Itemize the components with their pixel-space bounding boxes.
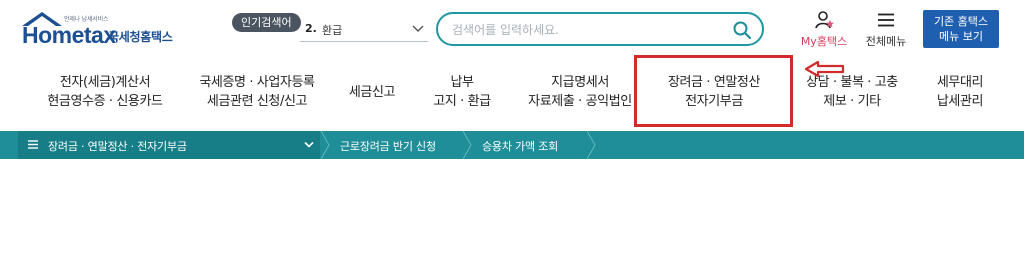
classic-button-line-1: 기존 홈택스 xyxy=(933,15,989,28)
popular-term: 환급 xyxy=(322,24,343,37)
breadcrumb-item[interactable]: 승용차 가액 조회 xyxy=(482,138,558,154)
popular-rank: 2. xyxy=(305,22,317,35)
classic-button-line-2: 메뉴 보기 xyxy=(939,30,983,43)
red-arrow-icon xyxy=(804,60,845,78)
breadcrumb-item[interactable]: 근로장려금 반기 신청 xyxy=(340,138,436,154)
nav-label: 지급명세서 xyxy=(551,75,609,90)
nav-tax-agent[interactable]: 세무대리 납세관리 xyxy=(920,73,1000,117)
chevron-down-icon xyxy=(304,141,314,148)
nav-label: 자료제출 · 공익법인 xyxy=(528,94,632,109)
my-hometax-link[interactable]: My홈택스 xyxy=(796,10,852,50)
search-input[interactable] xyxy=(452,20,722,40)
nav-payment[interactable]: 납부 고지 · 환급 xyxy=(418,73,506,117)
user-icon xyxy=(815,11,834,29)
nav-label: 세금관련 신청/신고 xyxy=(206,94,308,109)
nav-label: 국세증명 · 사업자등록 xyxy=(199,75,315,90)
nav-label: 제보 · 기타 xyxy=(823,94,881,109)
hamburger-icon xyxy=(878,13,894,27)
breadcrumb-menu-label: 장려금 · 연말정산 · 전자기부금 xyxy=(48,140,187,153)
nav-consultation[interactable]: 상담 · 불복 · 고충 제보 · 기타 xyxy=(792,73,912,117)
nav-tax-filing[interactable]: 세금신고 xyxy=(338,83,406,127)
nav-payment-statement[interactable]: 지급명세서 자료제출 · 공익법인 xyxy=(512,73,648,117)
nav-label: 현금영수증 · 신용카드 xyxy=(47,94,163,109)
highlight-box xyxy=(634,55,793,127)
chevron-right-icon xyxy=(462,131,472,159)
all-menu-label: 전체메뉴 xyxy=(865,35,907,48)
all-menu-button[interactable]: 전체메뉴 xyxy=(858,10,914,50)
chevron-right-icon xyxy=(586,131,596,159)
popular-search-select[interactable]: 2. 환급 xyxy=(300,18,428,42)
logo-korean-name: 국세청홈택스 xyxy=(108,30,173,44)
logo-wordmark: Hometax xyxy=(22,22,116,48)
nav-label: 납세관리 xyxy=(936,94,984,109)
nav-label: 고지 · 환급 xyxy=(433,94,491,109)
search-box xyxy=(436,12,764,46)
hamburger-icon xyxy=(28,140,38,149)
hometax-logo[interactable]: 언제나 납세서비스 Hometax 국세청홈택스 xyxy=(20,10,190,50)
popular-search-badge: 인기검색어 xyxy=(232,13,301,32)
chevron-down-icon xyxy=(412,25,424,32)
nav-label: 전자(세금)계산서 xyxy=(59,75,151,90)
classic-menu-button[interactable]: 기존 홈택스 메뉴 보기 xyxy=(923,10,999,48)
breadcrumb-menu-select[interactable]: 장려금 · 연말정산 · 전자기부금 xyxy=(18,131,320,159)
my-hometax-label: My홈택스 xyxy=(800,35,848,48)
nav-label: 납부 xyxy=(450,75,474,90)
nav-tax-certificates[interactable]: 국세증명 · 사업자등록 세금관련 신청/신고 xyxy=(182,73,332,117)
chevron-right-icon xyxy=(320,131,330,159)
nav-label: 세무대리 xyxy=(936,75,984,90)
nav-e-invoice[interactable]: 전자(세금)계산서 현금영수증 · 신용카드 xyxy=(30,73,180,117)
breadcrumb: 장려금 · 연말정산 · 전자기부금 근로장려금 반기 신청 승용차 가액 조회 xyxy=(0,131,1024,159)
search-icon[interactable] xyxy=(732,20,752,40)
nav-label: 세금신고 xyxy=(348,85,396,100)
